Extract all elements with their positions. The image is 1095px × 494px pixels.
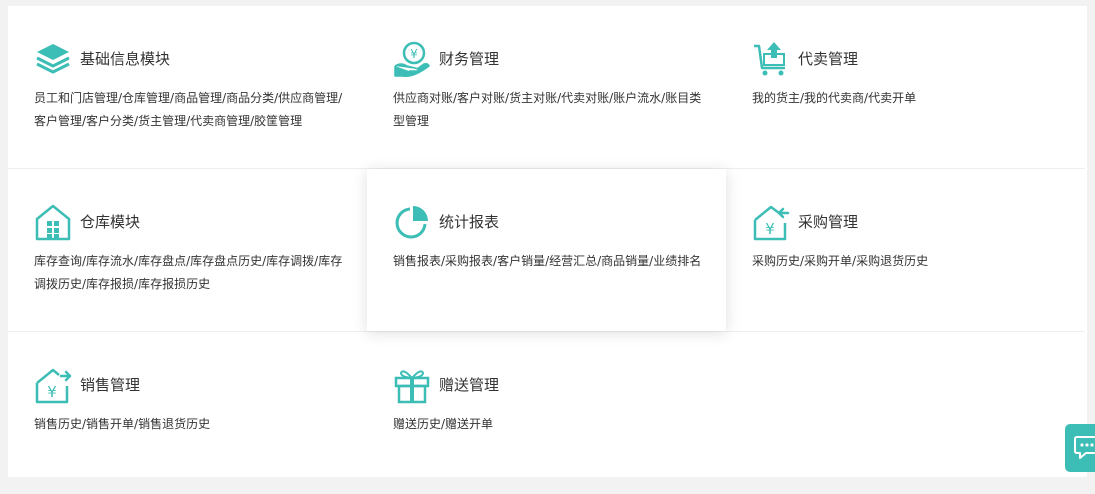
module-card-sales[interactable]: ¥ 销售管理 销售历史/销售开单/销售退货历史 bbox=[8, 332, 367, 494]
module-links[interactable]: 销售报表/采购报表/客户销量/经营汇总/商品销量/业绩排名 bbox=[393, 250, 703, 273]
module-links[interactable]: 员工和门店管理/仓库管理/商品管理/商品分类/供应商管理/客户管理/客户分类/货… bbox=[34, 87, 344, 133]
module-card-consignment[interactable]: 代卖管理 我的货主/我的代卖商/代卖开单 bbox=[726, 6, 1085, 168]
module-title: 代卖管理 bbox=[798, 50, 859, 68]
module-title: 财务管理 bbox=[439, 50, 500, 68]
module-title: 统计报表 bbox=[439, 213, 500, 231]
house-yen-out-icon: ¥ bbox=[35, 368, 72, 404]
module-card-gift[interactable]: 赠送管理 赠送历史/赠送开单 bbox=[367, 332, 726, 494]
module-title: 销售管理 bbox=[80, 376, 141, 394]
chat-icon bbox=[1074, 436, 1095, 459]
module-card-finance[interactable]: ¥ 财务管理 供应商对账/客户对账/货主对账/代卖对账/账户流水/账目类型管理 bbox=[367, 6, 726, 168]
cart-upload-icon bbox=[754, 42, 785, 76]
warehouse-icon bbox=[35, 204, 71, 241]
svg-text:¥: ¥ bbox=[47, 383, 57, 401]
module-links[interactable]: 库存查询/库存流水/库存盘点/库存盘点历史/库存调拨/库存调拨历史/库存报损/库… bbox=[34, 250, 344, 296]
house-yen-in-icon: ¥ bbox=[753, 205, 790, 241]
hand-money-icon: ¥ bbox=[394, 41, 430, 78]
svg-text:¥: ¥ bbox=[410, 47, 418, 61]
module-card-warehouse[interactable]: 仓库模块 库存查询/库存流水/库存盘点/库存盘点历史/库存调拨/库存调拨历史/库… bbox=[8, 169, 367, 331]
module-links[interactable]: 我的货主/我的代卖商/代卖开单 bbox=[752, 87, 1062, 110]
module-links[interactable]: 采购历史/采购开单/采购退货历史 bbox=[752, 250, 1062, 273]
layers-icon bbox=[36, 44, 70, 74]
module-title: 基础信息模块 bbox=[80, 50, 171, 68]
pie-chart-icon bbox=[395, 206, 428, 239]
module-title: 采购管理 bbox=[798, 213, 859, 231]
module-title: 赠送管理 bbox=[439, 376, 500, 394]
module-title: 仓库模块 bbox=[80, 213, 141, 231]
module-card-purchase[interactable]: ¥ 采购管理 采购历史/采购开单/采购退货历史 bbox=[726, 169, 1085, 331]
module-links[interactable]: 供应商对账/客户对账/货主对账/代卖对账/账户流水/账目类型管理 bbox=[393, 87, 703, 133]
module-card-basic-info[interactable]: 基础信息模块 员工和门店管理/仓库管理/商品管理/商品分类/供应商管理/客户管理… bbox=[8, 6, 367, 168]
module-links[interactable]: 赠送历史/赠送开单 bbox=[393, 413, 703, 436]
module-links[interactable]: 销售历史/销售开单/销售退货历史 bbox=[34, 413, 344, 436]
gift-icon bbox=[394, 370, 430, 404]
chat-button[interactable] bbox=[1065, 424, 1095, 472]
module-card-reports[interactable]: 统计报表 销售报表/采购报表/客户销量/经营汇总/商品销量/业绩排名 bbox=[367, 169, 726, 331]
svg-text:¥: ¥ bbox=[765, 220, 775, 238]
